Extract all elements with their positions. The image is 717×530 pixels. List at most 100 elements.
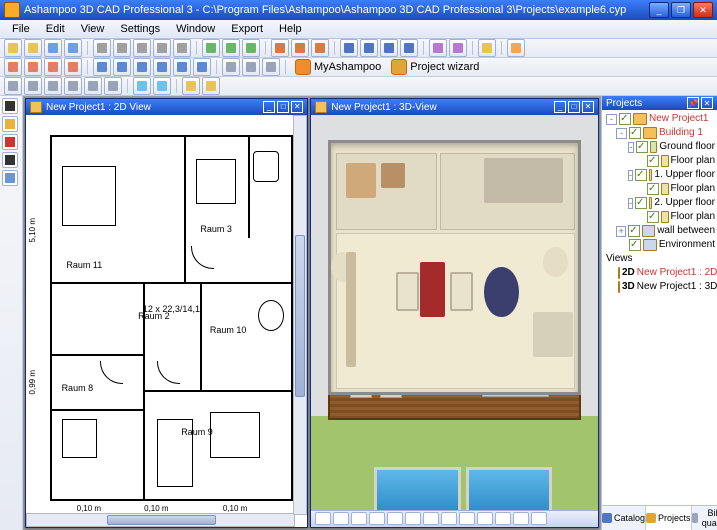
- tree-node[interactable]: Views: [606, 252, 715, 266]
- nav3d-button[interactable]: [405, 512, 421, 525]
- toolbar-button[interactable]: [24, 77, 42, 95]
- menu-export[interactable]: Export: [223, 21, 271, 37]
- tree-node[interactable]: 2D New Project1 : 2D View: [606, 266, 715, 280]
- tab-bill-of-quantities[interactable]: Bill of quanti…: [692, 506, 717, 530]
- nav3d-button[interactable]: [315, 512, 331, 525]
- tree-expand-icon[interactable]: -: [628, 142, 634, 153]
- nav3d-button[interactable]: [513, 512, 529, 525]
- tree-expand-icon[interactable]: -: [606, 114, 617, 125]
- toolbar-button[interactable]: [429, 39, 447, 57]
- toolbar-button[interactable]: [173, 39, 191, 57]
- tree-checkbox[interactable]: [647, 155, 659, 167]
- window-3d-min-button[interactable]: _: [554, 101, 566, 113]
- menu-window[interactable]: Window: [168, 21, 223, 37]
- palette-pointer-icon[interactable]: [2, 98, 18, 114]
- nav3d-button[interactable]: [333, 512, 349, 525]
- toolbar-button[interactable]: [291, 39, 309, 57]
- toolbar-button[interactable]: [360, 39, 378, 57]
- toolbar-button[interactable]: [262, 58, 280, 76]
- window-3d-close-button[interactable]: ✕: [582, 101, 594, 113]
- toolbar-button[interactable]: [153, 77, 171, 95]
- tree-checkbox[interactable]: [619, 113, 631, 125]
- toolbar-button[interactable]: [133, 77, 151, 95]
- toolbar-button[interactable]: [44, 77, 62, 95]
- toolbar-button[interactable]: [24, 58, 42, 76]
- toolbar-button[interactable]: [44, 58, 62, 76]
- tree-expand-icon[interactable]: -: [628, 170, 633, 181]
- menu-edit[interactable]: Edit: [38, 21, 73, 37]
- nav3d-button[interactable]: [531, 512, 547, 525]
- tree-node[interactable]: +wall between: [606, 224, 715, 238]
- window-maximize-button[interactable]: ❐: [671, 2, 691, 18]
- toolbar-button[interactable]: [64, 77, 82, 95]
- tree-checkbox[interactable]: [629, 239, 641, 251]
- window-2d-max-button[interactable]: □: [277, 101, 289, 113]
- tree-expand-icon[interactable]: +: [616, 226, 626, 237]
- toolbar-button[interactable]: [4, 39, 22, 57]
- toolbar-button[interactable]: [311, 39, 329, 57]
- nav3d-button[interactable]: [369, 512, 385, 525]
- toolbar-button[interactable]: [449, 39, 467, 57]
- palette-dimension-icon[interactable]: [2, 170, 18, 186]
- palette-letter-icon[interactable]: [2, 152, 18, 168]
- toolbar-button[interactable]: [193, 58, 211, 76]
- toolbar-button[interactable]: [222, 39, 240, 57]
- window-minimize-button[interactable]: _: [649, 2, 669, 18]
- view-2d-vscroll[interactable]: [293, 115, 307, 515]
- window-2d-close-button[interactable]: ✕: [291, 101, 303, 113]
- toolbar-button[interactable]: [202, 39, 220, 57]
- window-close-button[interactable]: ✕: [693, 2, 713, 18]
- toolbar-button[interactable]: [4, 77, 22, 95]
- tree-node[interactable]: -Building 1: [606, 126, 715, 140]
- toolbar-button[interactable]: [84, 77, 102, 95]
- tree-node[interactable]: Floor plan: [606, 210, 715, 224]
- toolbar-button[interactable]: [222, 58, 240, 76]
- palette-text-icon[interactable]: [2, 134, 18, 150]
- toolbar-button[interactable]: [478, 39, 496, 57]
- toolbar-button[interactable]: [64, 58, 82, 76]
- toolbar-button[interactable]: [242, 58, 260, 76]
- tree-node[interactable]: -New Project1: [606, 112, 715, 126]
- tree-checkbox[interactable]: [647, 183, 659, 195]
- toolbar-button[interactable]: [153, 39, 171, 57]
- panel-pin-icon[interactable]: 📌: [687, 97, 699, 109]
- tree-node[interactable]: Environment: [606, 238, 715, 252]
- toolbar-button[interactable]: [202, 77, 220, 95]
- tree-checkbox[interactable]: [647, 211, 659, 223]
- toolbar-button[interactable]: [173, 58, 191, 76]
- toolbar-button[interactable]: [4, 58, 22, 76]
- toolbar-button[interactable]: [400, 39, 418, 57]
- tree-node[interactable]: Floor plan: [606, 154, 715, 168]
- window-3d-max-button[interactable]: □: [568, 101, 580, 113]
- link-myashampoo[interactable]: MyAshampoo: [291, 59, 385, 75]
- menu-file[interactable]: File: [4, 21, 38, 37]
- tree-node[interactable]: Floor plan: [606, 182, 715, 196]
- nav3d-button[interactable]: [495, 512, 511, 525]
- toolbar-button[interactable]: [113, 39, 131, 57]
- toolbar-button[interactable]: [93, 58, 111, 76]
- nav3d-button[interactable]: [387, 512, 403, 525]
- tree-checkbox[interactable]: [636, 141, 648, 153]
- nav3d-button[interactable]: [477, 512, 493, 525]
- nav3d-button[interactable]: [441, 512, 457, 525]
- view-3d-body[interactable]: [311, 115, 598, 527]
- nav3d-button[interactable]: [351, 512, 367, 525]
- toolbar-button[interactable]: [340, 39, 358, 57]
- project-tree[interactable]: -New Project1-Building 1-Ground floorFlo…: [602, 110, 717, 505]
- palette-wall-icon[interactable]: [2, 116, 18, 132]
- toolbar-button[interactable]: [44, 39, 62, 57]
- toolbar-button[interactable]: [242, 39, 260, 57]
- tree-checkbox[interactable]: [628, 225, 640, 237]
- tree-checkbox[interactable]: [635, 169, 647, 181]
- link-project-wizard[interactable]: Project wizard: [387, 59, 483, 75]
- tree-node[interactable]: -2. Upper floor: [606, 196, 715, 210]
- toolbar-button[interactable]: [182, 77, 200, 95]
- nav3d-button[interactable]: [459, 512, 475, 525]
- toolbar-button[interactable]: [380, 39, 398, 57]
- tree-expand-icon[interactable]: -: [616, 128, 627, 139]
- tree-node[interactable]: -Ground floor: [606, 140, 715, 154]
- window-2d-min-button[interactable]: _: [263, 101, 275, 113]
- panel-close-icon[interactable]: ✕: [701, 97, 713, 109]
- toolbar-button[interactable]: [104, 77, 122, 95]
- tree-node[interactable]: 3D New Project1 : 3D-View: [606, 280, 715, 294]
